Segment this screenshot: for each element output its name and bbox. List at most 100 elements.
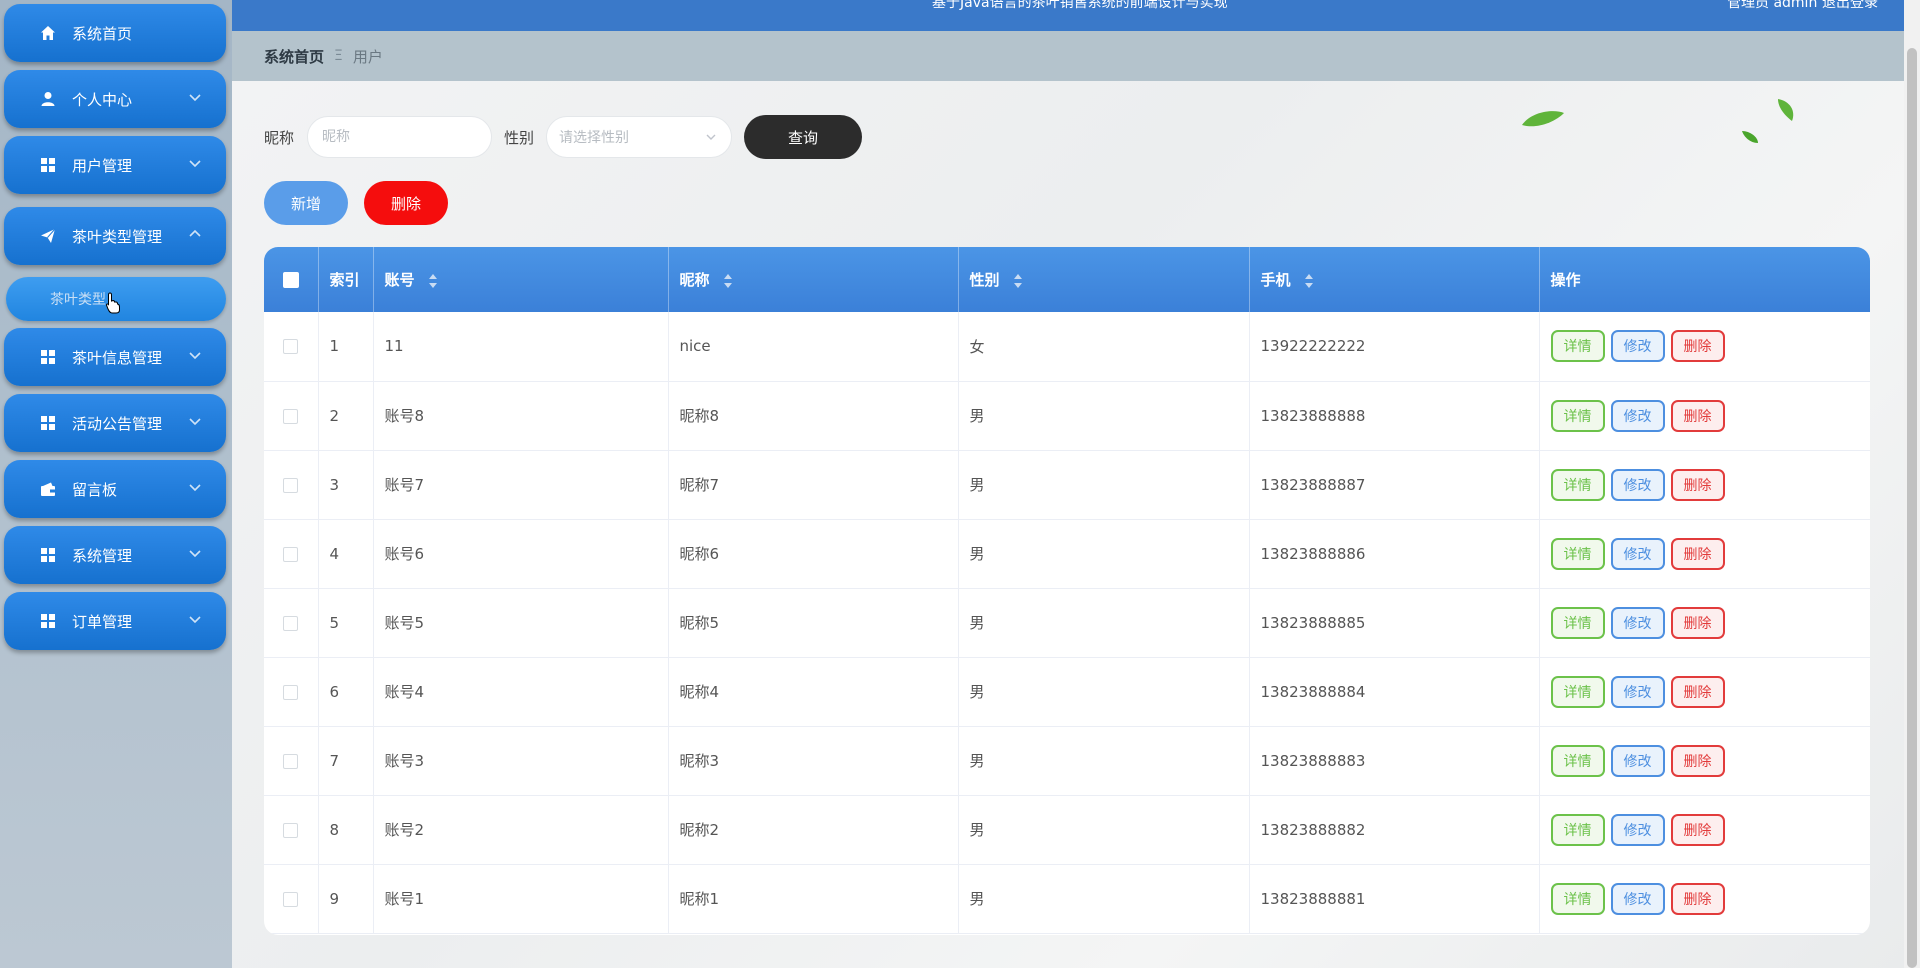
sidebar-item-label: 个人中心	[72, 90, 133, 109]
edit-button[interactable]: 修改	[1610, 744, 1665, 777]
cell-nickname: 昵称3	[668, 726, 959, 795]
leaf-decoration-icon	[1522, 111, 1564, 127]
column-header-actions: 操作	[1550, 271, 1581, 289]
row-checkbox[interactable]	[283, 546, 299, 562]
detail-button[interactable]: 详情	[1550, 399, 1605, 432]
delete-button[interactable]: 删除	[1670, 537, 1725, 570]
breadcrumb-home[interactable]: 系统首页	[264, 46, 324, 67]
detail-button[interactable]: 详情	[1550, 744, 1605, 777]
column-header-account[interactable]: 账号	[373, 247, 669, 312]
cell-account: 11	[373, 312, 669, 381]
table-row: 5 账号5 昵称5 男 13823888885 详情 修改 删除	[264, 588, 1870, 657]
detail-button[interactable]: 详情	[1550, 675, 1605, 708]
detail-button[interactable]: 详情	[1550, 882, 1605, 915]
row-checkbox[interactable]	[283, 891, 299, 907]
cell-account: 账号5	[373, 588, 669, 657]
column-header-phone[interactable]: 手机	[1249, 247, 1540, 312]
cell-actions: 详情 修改 删除	[1539, 657, 1870, 726]
nickname-search-input[interactable]	[307, 116, 492, 158]
detail-button[interactable]: 详情	[1550, 330, 1605, 363]
sidebar-item-order-management[interactable]: 订单管理	[4, 592, 226, 650]
detail-button[interactable]: 详情	[1550, 468, 1605, 501]
row-checkbox[interactable]	[283, 753, 299, 769]
grid-icon	[38, 347, 58, 367]
sidebar-item-label: 活动公告管理	[72, 414, 163, 433]
row-select-cell	[264, 450, 319, 519]
delete-button[interactable]: 删除	[1670, 468, 1725, 501]
sort-icon[interactable]	[428, 273, 438, 289]
breadcrumb: 系统首页 Ξ 用户	[232, 31, 1904, 81]
sidebar-item-home[interactable]: 系统首页	[4, 4, 226, 62]
cell-index: 7	[318, 726, 374, 795]
edit-button[interactable]: 修改	[1610, 606, 1665, 639]
query-button[interactable]: 查询	[744, 115, 862, 159]
column-header-label: 性别	[969, 271, 1000, 289]
sidebar-item-tea-info-management[interactable]: 茶叶信息管理	[4, 328, 226, 386]
breadcrumb-current: 用户	[352, 47, 383, 66]
sidebar-item-tea-type-management[interactable]: 茶叶类型管理	[4, 207, 226, 265]
row-checkbox[interactable]	[283, 408, 299, 424]
detail-button[interactable]: 详情	[1550, 606, 1605, 639]
edit-button[interactable]: 修改	[1610, 882, 1665, 915]
edit-button[interactable]: 修改	[1610, 813, 1665, 846]
column-header-label: 账号	[384, 271, 415, 289]
cell-actions: 详情 修改 删除	[1539, 381, 1870, 450]
column-header-nickname[interactable]: 昵称	[668, 247, 959, 312]
column-header-index: 索引	[318, 247, 374, 312]
cell-index: 8	[318, 795, 374, 864]
row-checkbox[interactable]	[283, 477, 299, 493]
delete-button[interactable]: 删除	[1670, 330, 1725, 363]
delete-button[interactable]: 删除	[1670, 813, 1725, 846]
row-select-cell	[264, 519, 319, 588]
row-checkbox[interactable]	[283, 339, 299, 355]
edit-button[interactable]: 修改	[1610, 399, 1665, 432]
select-all-checkbox[interactable]	[282, 272, 299, 288]
delete-button[interactable]: 删除	[1670, 744, 1725, 777]
cell-nickname: 昵称7	[668, 450, 959, 519]
vertical-scrollbar[interactable]	[1904, 0, 1920, 968]
scrollbar-thumb[interactable]	[1907, 48, 1917, 968]
sidebar-subitem-label: 茶叶类型	[50, 292, 106, 308]
cell-actions: 详情 修改 删除	[1539, 795, 1870, 864]
grid-icon	[38, 545, 58, 565]
row-checkbox[interactable]	[283, 822, 299, 838]
edit-button[interactable]: 修改	[1610, 330, 1665, 363]
delete-button[interactable]: 删除	[1670, 606, 1725, 639]
row-checkbox[interactable]	[283, 684, 299, 700]
cell-actions: 详情 修改 删除	[1539, 864, 1870, 933]
table-row: 3 账号7 昵称7 男 13823888887 详情 修改 删除	[264, 450, 1870, 519]
detail-button[interactable]: 详情	[1550, 537, 1605, 570]
app-title: 基于Java语言的茶叶销售系统的前端设计与实现	[932, 0, 1228, 11]
wallet-icon	[38, 479, 58, 499]
logout-link[interactable]: 退出登录	[1822, 0, 1878, 12]
sidebar-item-system-management[interactable]: 系统管理	[4, 526, 226, 584]
sidebar-item-announcement-management[interactable]: 活动公告管理	[4, 394, 226, 452]
column-header-gender[interactable]: 性别	[958, 247, 1250, 312]
delete-button[interactable]: 删除	[1670, 675, 1725, 708]
delete-button[interactable]: 删除	[1670, 882, 1725, 915]
sidebar-item-user-management[interactable]: 用户管理	[4, 136, 226, 194]
detail-button[interactable]: 详情	[1550, 813, 1605, 846]
user-icon	[38, 89, 58, 109]
sidebar-item-personal-center[interactable]: 个人中心	[4, 70, 226, 128]
chevron-down-icon	[189, 616, 201, 624]
batch-delete-button[interactable]: 删除	[364, 181, 448, 225]
cell-gender: 男	[958, 726, 1250, 795]
sort-icon[interactable]	[723, 273, 733, 289]
chevron-down-icon	[189, 94, 201, 102]
cell-gender: 女	[958, 312, 1250, 381]
edit-button[interactable]: 修改	[1610, 537, 1665, 570]
sidebar-item-label: 留言板	[72, 480, 118, 499]
gender-select[interactable]: 请选择性别	[546, 116, 732, 158]
sidebar-item-message-board[interactable]: 留言板	[4, 460, 226, 518]
sort-icon[interactable]	[1304, 273, 1314, 289]
admin-label: 管理员 admin	[1727, 0, 1818, 11]
row-checkbox[interactable]	[283, 615, 299, 631]
top-header: 基于Java语言的茶叶销售系统的前端设计与实现 管理员 admin 退出登录	[232, 0, 1904, 31]
edit-button[interactable]: 修改	[1610, 468, 1665, 501]
edit-button[interactable]: 修改	[1610, 675, 1665, 708]
add-button[interactable]: 新增	[264, 181, 348, 225]
cell-actions: 详情 修改 删除	[1539, 450, 1870, 519]
delete-button[interactable]: 删除	[1670, 399, 1725, 432]
sort-icon[interactable]	[1013, 273, 1023, 289]
